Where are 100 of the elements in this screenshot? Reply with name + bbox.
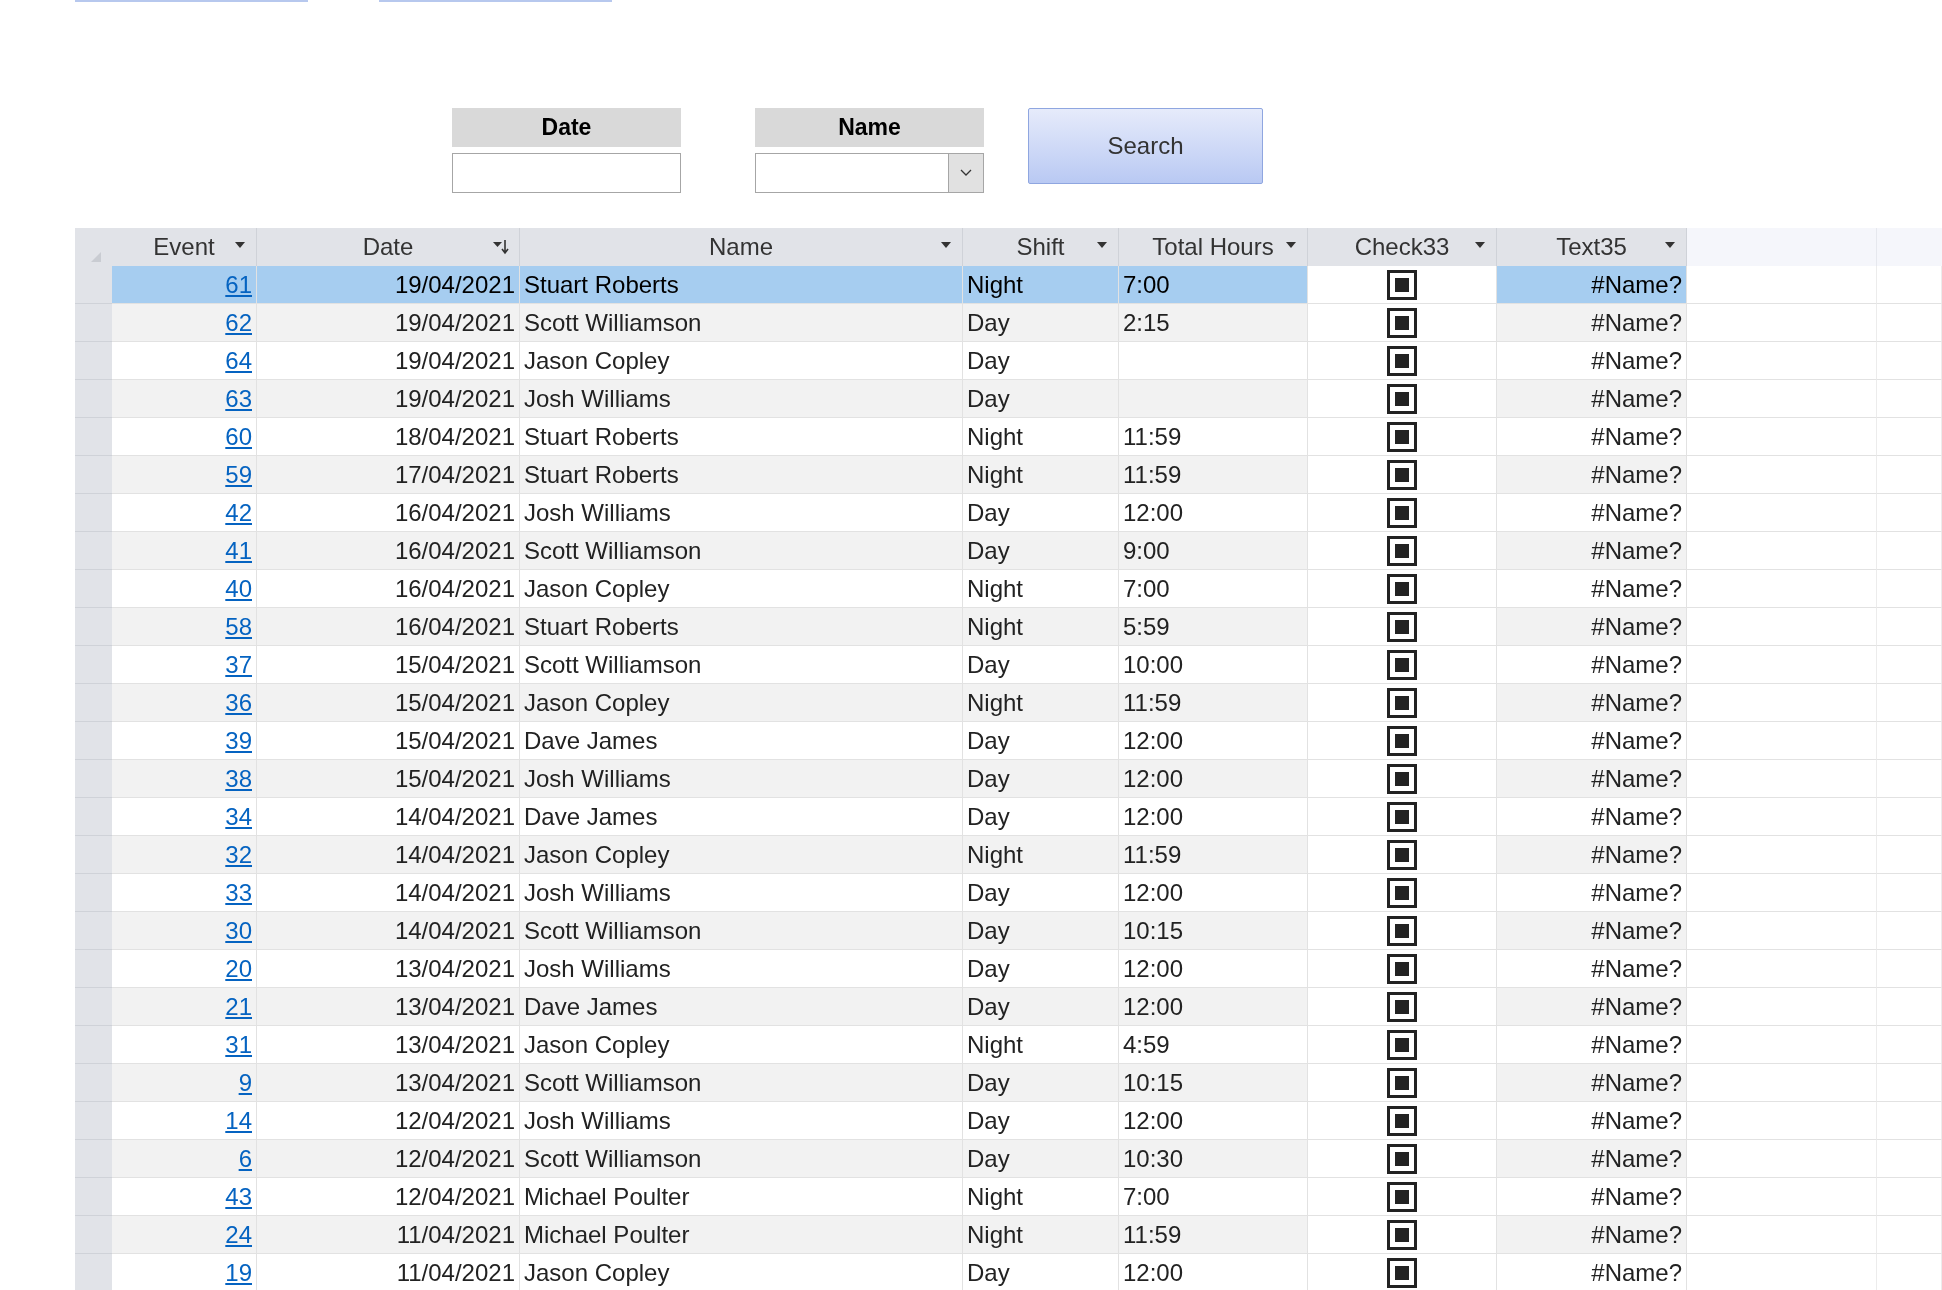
- event-link[interactable]: 61: [225, 270, 252, 299]
- checkbox[interactable]: [1387, 953, 1417, 984]
- event-link[interactable]: 39: [225, 726, 252, 755]
- event-link[interactable]: 33: [225, 878, 252, 907]
- table-row[interactable]: 58 16/04/2021 Stuart Roberts Night 5:59 #Name?: [75, 608, 1942, 646]
- dropdown-arrow-icon[interactable]: [234, 241, 246, 249]
- event-link[interactable]: 20: [225, 954, 252, 983]
- table-row[interactable]: 64 19/04/2021 Jason Copley Day #Name?: [75, 342, 1942, 380]
- column-header[interactable]: Shift: [963, 228, 1119, 266]
- table-row[interactable]: 62 19/04/2021 Scott Williamson Day 2:15 #Name?: [75, 304, 1942, 342]
- table-row[interactable]: 60 18/04/2021 Stuart Roberts Night 11:59 #Name?: [75, 418, 1942, 456]
- column-header[interactable]: Text35: [1497, 228, 1687, 266]
- column-header[interactable]: Name: [520, 228, 963, 266]
- event-link[interactable]: 36: [225, 688, 252, 717]
- checkbox[interactable]: [1387, 1181, 1417, 1212]
- checkbox[interactable]: [1387, 421, 1417, 452]
- checkbox[interactable]: [1387, 1105, 1417, 1136]
- event-link[interactable]: 38: [225, 764, 252, 793]
- table-row[interactable]: 14 12/04/2021 Josh Williams Day 12:00 #Name?: [75, 1102, 1942, 1140]
- dropdown-arrow-icon[interactable]: [1664, 241, 1676, 249]
- table-cell: 4:59: [1119, 1026, 1308, 1064]
- event-link[interactable]: 60: [225, 422, 252, 451]
- checkbox[interactable]: [1387, 573, 1417, 604]
- table-row[interactable]: 20 13/04/2021 Josh Williams Day 12:00 #Name?: [75, 950, 1942, 988]
- checkbox[interactable]: [1387, 1029, 1417, 1060]
- checkbox[interactable]: [1387, 307, 1417, 338]
- checkbox[interactable]: [1387, 1143, 1417, 1174]
- event-link[interactable]: 31: [225, 1030, 252, 1059]
- table-cell: Josh Williams: [520, 760, 963, 798]
- event-link[interactable]: 30: [225, 916, 252, 945]
- event-link[interactable]: 19: [225, 1258, 252, 1287]
- event-link[interactable]: 58: [225, 612, 252, 641]
- event-link[interactable]: 43: [225, 1182, 252, 1211]
- checkbox[interactable]: [1387, 269, 1417, 300]
- table-row[interactable]: 61 19/04/2021 Stuart Roberts Night 7:00 #Name?: [75, 266, 1942, 304]
- checkbox[interactable]: [1387, 383, 1417, 414]
- sort-descending-icon[interactable]: [493, 239, 509, 255]
- checkbox[interactable]: [1387, 1257, 1417, 1288]
- event-link[interactable]: 62: [225, 308, 252, 337]
- date-field[interactable]: [452, 153, 681, 193]
- table-row[interactable]: 41 16/04/2021 Scott Williamson Day 9:00 #Name?: [75, 532, 1942, 570]
- event-link[interactable]: 21: [225, 992, 252, 1021]
- table-row[interactable]: 33 14/04/2021 Josh Williams Day 12:00 #Name?: [75, 874, 1942, 912]
- table-row[interactable]: 37 15/04/2021 Scott Williamson Day 10:00 #Name?: [75, 646, 1942, 684]
- event-link[interactable]: 40: [225, 574, 252, 603]
- dropdown-arrow-icon[interactable]: [1096, 241, 1108, 249]
- column-header[interactable]: Check33: [1308, 228, 1497, 266]
- table-row[interactable]: 59 17/04/2021 Stuart Roberts Night 11:59 #Name?: [75, 456, 1942, 494]
- table-row[interactable]: 31 13/04/2021 Jason Copley Night 4:59 #Name?: [75, 1026, 1942, 1064]
- column-header[interactable]: Date: [257, 228, 520, 266]
- table-row[interactable]: 6 12/04/2021 Scott Williamson Day 10:30 #Name?: [75, 1140, 1942, 1178]
- checkbox[interactable]: [1387, 611, 1417, 642]
- event-link[interactable]: 14: [225, 1106, 252, 1135]
- dropdown-arrow-icon[interactable]: [1285, 241, 1297, 249]
- event-link[interactable]: 63: [225, 384, 252, 413]
- search-button[interactable]: Search: [1028, 108, 1263, 184]
- event-link[interactable]: 41: [225, 536, 252, 565]
- table-row[interactable]: 63 19/04/2021 Josh Williams Day #Name?: [75, 380, 1942, 418]
- chevron-down-icon[interactable]: [960, 169, 972, 177]
- table-row[interactable]: 40 16/04/2021 Jason Copley Night 7:00 #Name?: [75, 570, 1942, 608]
- event-link[interactable]: 24: [225, 1220, 252, 1249]
- event-link[interactable]: 37: [225, 650, 252, 679]
- event-link[interactable]: 59: [225, 460, 252, 489]
- table-row[interactable]: 32 14/04/2021 Jason Copley Night 11:59 #Name?: [75, 836, 1942, 874]
- event-link[interactable]: 9: [238, 1068, 252, 1097]
- checkbox[interactable]: [1387, 763, 1417, 794]
- column-header[interactable]: Event: [112, 228, 257, 266]
- checkbox[interactable]: [1387, 801, 1417, 832]
- checkbox[interactable]: [1387, 497, 1417, 528]
- table-row[interactable]: 38 15/04/2021 Josh Williams Day 12:00 #Name?: [75, 760, 1942, 798]
- event-link[interactable]: 64: [225, 346, 252, 375]
- table-row[interactable]: 39 15/04/2021 Dave James Day 12:00 #Name?: [75, 722, 1942, 760]
- event-link[interactable]: 32: [225, 840, 252, 869]
- table-row[interactable]: 34 14/04/2021 Dave James Day 12:00 #Name?: [75, 798, 1942, 836]
- table-row[interactable]: 9 13/04/2021 Scott Williamson Day 10:15 #Name?: [75, 1064, 1942, 1102]
- checkbox[interactable]: [1387, 1219, 1417, 1250]
- checkbox[interactable]: [1387, 725, 1417, 756]
- checkbox[interactable]: [1387, 687, 1417, 718]
- checkbox[interactable]: [1387, 839, 1417, 870]
- checkbox[interactable]: [1387, 877, 1417, 908]
- checkbox[interactable]: [1387, 991, 1417, 1022]
- table-row[interactable]: 43 12/04/2021 Michael Poulter Night 7:00 #Name?: [75, 1178, 1942, 1216]
- event-link[interactable]: 6: [238, 1144, 252, 1173]
- checkbox[interactable]: [1387, 649, 1417, 680]
- column-header[interactable]: Total Hours: [1119, 228, 1308, 266]
- table-row[interactable]: 30 14/04/2021 Scott Williamson Day 10:15 #Name?: [75, 912, 1942, 950]
- dropdown-arrow-icon[interactable]: [1474, 241, 1486, 249]
- table-row[interactable]: 19 11/04/2021 Jason Copley Day 12:00 #Name?: [75, 1254, 1942, 1290]
- event-link[interactable]: 42: [225, 498, 252, 527]
- table-row[interactable]: 36 15/04/2021 Jason Copley Night 11:59 #Name?: [75, 684, 1942, 722]
- dropdown-arrow-icon[interactable]: [940, 241, 952, 249]
- checkbox[interactable]: [1387, 535, 1417, 566]
- event-link[interactable]: 34: [225, 802, 252, 831]
- checkbox[interactable]: [1387, 345, 1417, 376]
- checkbox[interactable]: [1387, 1067, 1417, 1098]
- checkbox[interactable]: [1387, 459, 1417, 490]
- table-row[interactable]: 24 11/04/2021 Michael Poulter Night 11:59 #Name?: [75, 1216, 1942, 1254]
- table-row[interactable]: 21 13/04/2021 Dave James Day 12:00 #Name?: [75, 988, 1942, 1026]
- table-row[interactable]: 42 16/04/2021 Josh Williams Day 12:00 #Name?: [75, 494, 1942, 532]
- checkbox[interactable]: [1387, 915, 1417, 946]
